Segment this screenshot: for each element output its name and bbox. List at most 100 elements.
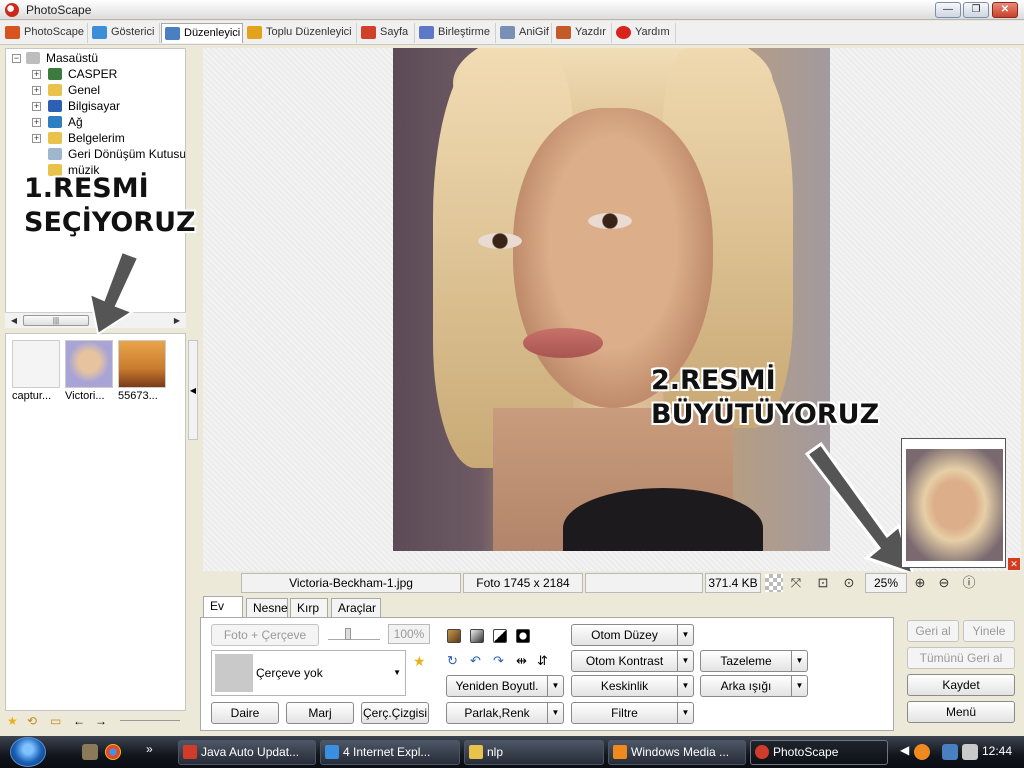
file-size: 371.4 KB	[705, 573, 761, 593]
tab-kirp[interactable]: Kırp	[290, 598, 328, 618]
refresh-button[interactable]: Tazeleme	[700, 650, 808, 672]
tab-yardim[interactable]: Yardım	[613, 23, 676, 43]
thumbnail-size-slider[interactable]	[120, 713, 180, 721]
flip-vertical-icon[interactable]: ⇵	[537, 653, 548, 669]
taskbar-item[interactable]: Windows Media ...	[608, 740, 746, 765]
rotate-right-icon[interactable]: ↷	[493, 653, 504, 669]
photo-frame-button[interactable]: Foto + Çerçeve	[211, 624, 319, 646]
navigator-close-icon[interactable]: ✕	[1008, 558, 1020, 570]
expand-icon[interactable]: +	[32, 118, 41, 127]
tree-item[interactable]: + Ağ	[32, 114, 182, 130]
taskbar-item[interactable]: nlp	[464, 740, 604, 765]
scroll-left-arrow-icon[interactable]: ◀	[7, 314, 21, 328]
rotate-icon[interactable]: ↻	[447, 653, 458, 669]
tab-gosterici[interactable]: Gösterici	[89, 23, 160, 43]
scrollbar-thumb[interactable]: |||	[23, 315, 89, 326]
resize-button[interactable]: Yeniden Boyutl.	[446, 675, 564, 697]
refresh-folder-icon[interactable]: ⟲	[27, 714, 37, 728]
tab-nesne[interactable]: Nesne	[246, 598, 288, 618]
redo-button[interactable]: Yinele	[963, 620, 1015, 642]
maximize-button[interactable]: ❐	[963, 2, 989, 18]
tree-item[interactable]: + Genel	[32, 82, 182, 98]
undo-all-button[interactable]: Tümünü Geri al	[907, 647, 1015, 669]
tree-item[interactable]: + CASPER	[32, 66, 182, 82]
zoom-in-icon[interactable]: ⊕	[911, 574, 929, 592]
tray-expand-icon[interactable]: ◀	[900, 743, 909, 757]
windows-media-icon	[613, 745, 627, 759]
expand-icon[interactable]: +	[32, 102, 41, 111]
taskbar-item[interactable]: Java Auto Updat...	[178, 740, 316, 765]
rotate-left-icon[interactable]: ↶	[470, 653, 481, 669]
image-viewer[interactable]: 2.RESMİ BÜYÜTÜYORUZ ✕	[203, 48, 1021, 577]
thumbnail-item[interactable]: 55673...	[118, 340, 168, 402]
tab-ev[interactable]: Ev	[203, 596, 243, 618]
tray-app-icon[interactable]	[914, 744, 930, 760]
menu-button[interactable]: Menü	[907, 701, 1015, 723]
grayscale-filter-icon[interactable]	[470, 629, 484, 643]
back-arrow-icon[interactable]: ←	[73, 714, 85, 728]
frame-line-button[interactable]: Çerç.Çizgisi	[361, 702, 429, 724]
tree-item[interactable]: Geri Dönüşüm Kutusu	[32, 146, 185, 162]
zoom-out-icon[interactable]: ⊖	[935, 574, 953, 592]
margin-button[interactable]: Marj	[286, 702, 354, 724]
thumbnail-item[interactable]: Victori...	[65, 340, 115, 402]
expand-icon[interactable]: +	[32, 70, 41, 79]
sepia-filter-icon[interactable]	[447, 629, 461, 643]
quicklaunch-overflow-icon[interactable]: »	[146, 742, 153, 756]
transparency-icon[interactable]	[765, 574, 783, 592]
close-button[interactable]: ✕	[992, 2, 1018, 18]
tab-sayfa[interactable]: Sayfa	[358, 23, 415, 43]
java-icon	[183, 745, 197, 759]
fit-screen-icon[interactable]: ⤧	[787, 574, 805, 592]
tree-root-desktop[interactable]: − Masaüstü	[12, 50, 182, 66]
tab-birlestirme[interactable]: Birleştirme	[416, 23, 496, 43]
panel-collapse-toggle[interactable]: ◀	[188, 340, 198, 440]
sharpness-button[interactable]: Keskinlik	[571, 675, 694, 697]
auto-level-button[interactable]: Otom Düzey	[571, 624, 694, 646]
info-icon[interactable]: ⓘ	[960, 574, 978, 592]
minimize-button[interactable]: —	[935, 2, 961, 18]
frame-selector[interactable]: Çerçeve yok ▼	[211, 650, 406, 696]
taskbar-item[interactable]: PhotoScape	[750, 740, 888, 765]
save-button[interactable]: Kaydet	[907, 674, 1015, 696]
black-white-filter-icon[interactable]	[493, 629, 507, 643]
brightness-color-button[interactable]: Parlak,Renk	[446, 702, 564, 724]
collapse-icon[interactable]: −	[12, 54, 21, 63]
backlight-button[interactable]: Arka ışığı	[700, 675, 808, 697]
network-tray-icon[interactable]	[942, 744, 958, 760]
negative-filter-icon[interactable]	[516, 629, 530, 643]
print-icon	[556, 26, 571, 39]
tree-item[interactable]: + Belgelerim	[32, 130, 182, 146]
zoom-actual-icon[interactable]: ⊡	[814, 574, 832, 592]
auto-contrast-button[interactable]: Otom Kontrast	[571, 650, 694, 672]
expand-icon[interactable]: +	[32, 86, 41, 95]
tab-yazdir[interactable]: Yazdır	[553, 23, 612, 43]
taskbar-item[interactable]: 4 Internet Expl...	[320, 740, 460, 765]
chrome-icon[interactable]	[105, 744, 121, 760]
tab-toplu-duzenleyici[interactable]: Toplu Düzenleyici	[244, 23, 357, 43]
flip-horizontal-icon[interactable]: ⇹	[516, 653, 527, 669]
expand-icon[interactable]: +	[32, 134, 41, 143]
start-button[interactable]	[10, 737, 46, 767]
clock[interactable]: 12:44	[982, 744, 1012, 758]
favorite-star-icon[interactable]: ★	[7, 714, 18, 728]
undo-button[interactable]: Geri al	[907, 620, 959, 642]
tab-araclar[interactable]: Araçlar	[331, 598, 381, 618]
tab-anigif[interactable]: AniGif	[497, 23, 552, 43]
forward-arrow-icon[interactable]: →	[95, 714, 107, 728]
filter-button[interactable]: Filtre	[571, 702, 694, 724]
volume-icon[interactable]	[962, 744, 978, 760]
favorite-frame-star-icon[interactable]: ★	[413, 653, 426, 670]
zoom-fit-icon[interactable]: ⊙	[840, 574, 858, 592]
tab-duzenleyici[interactable]: Düzenleyici	[161, 23, 243, 43]
tab-photoscape[interactable]: PhotoScape	[2, 23, 88, 43]
circle-button[interactable]: Daire	[211, 702, 279, 724]
quicklaunch-icon[interactable]	[82, 744, 98, 760]
scroll-right-arrow-icon[interactable]: ▶	[170, 314, 184, 328]
thumbnail-item[interactable]: captur...	[12, 340, 62, 402]
dropdown-arrow-icon[interactable]: ▼	[393, 668, 401, 677]
opacity-slider[interactable]	[328, 626, 380, 640]
navigator-thumbnail[interactable]	[901, 438, 1006, 568]
open-folder-icon[interactable]: ▭	[50, 714, 61, 728]
tree-item[interactable]: + Bilgisayar	[32, 98, 182, 114]
